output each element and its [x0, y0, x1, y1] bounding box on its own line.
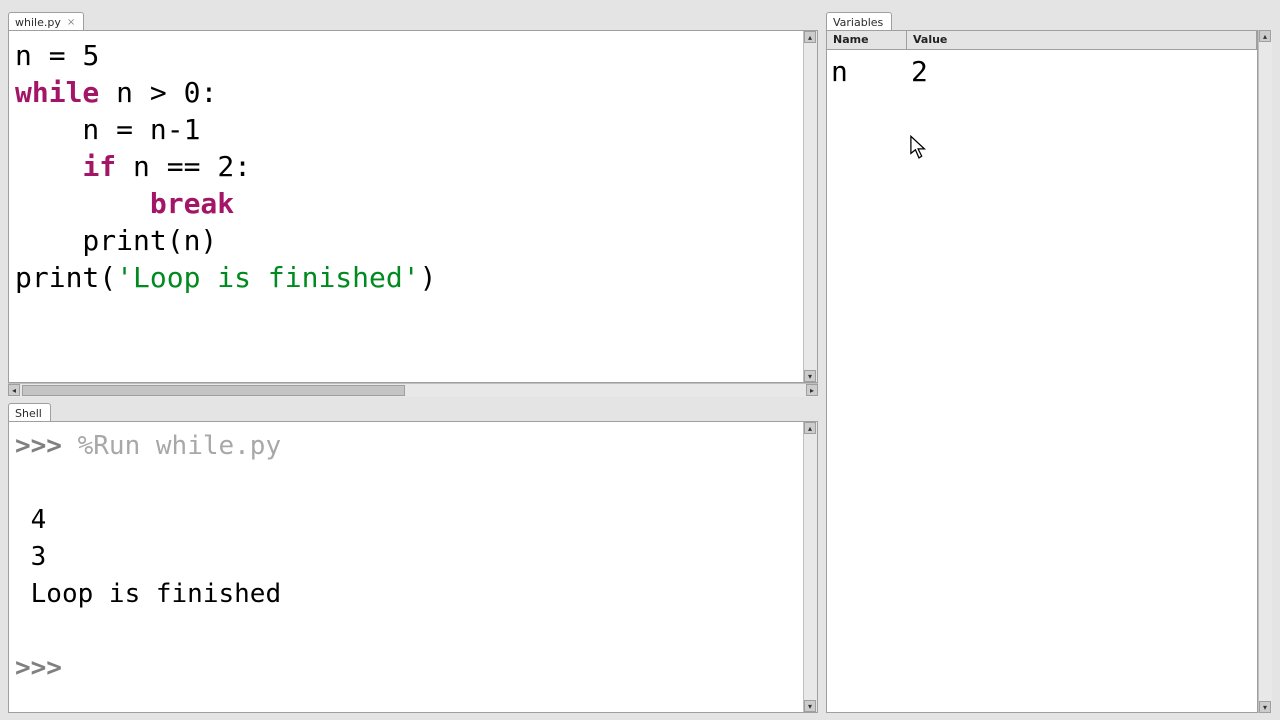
shell-panel: Shell >>> %Run while.py 4 3 Loop is fini… [8, 403, 818, 713]
variables-header-value[interactable]: Value [907, 31, 1257, 49]
scroll-down-icon[interactable]: ▾ [804, 370, 816, 382]
editor-panel: while.py × n = 5 while n > 0: n = n-1 if… [8, 12, 818, 397]
scroll-thumb[interactable] [22, 385, 405, 396]
code-text[interactable]: n = 5 while n > 0: n = n-1 if n == 2: br… [9, 31, 817, 296]
editor-vertical-scrollbar[interactable]: ▴ ▾ [803, 31, 817, 382]
scroll-up-icon[interactable]: ▴ [1259, 30, 1271, 42]
scroll-left-icon[interactable]: ◂ [8, 384, 20, 396]
scroll-track[interactable] [22, 385, 804, 396]
scroll-right-icon[interactable]: ▸ [806, 384, 818, 396]
editor-horizontal-scrollbar[interactable]: ◂ ▸ [8, 383, 818, 397]
variable-value: 2 [907, 52, 928, 92]
editor-tab-label: while.py [15, 16, 61, 29]
variables-tab-label: Variables [833, 16, 883, 29]
variable-name: n [827, 52, 907, 92]
variables-vertical-scrollbar[interactable]: ▴ ▾ [1258, 30, 1272, 713]
shell-text[interactable]: >>> %Run while.py 4 3 Loop is finished >… [9, 422, 817, 687]
variables-tab[interactable]: Variables [826, 12, 892, 30]
editor-area[interactable]: n = 5 while n > 0: n = n-1 if n == 2: br… [8, 30, 818, 383]
shell-area[interactable]: >>> %Run while.py 4 3 Loop is finished >… [8, 421, 818, 713]
scroll-down-icon[interactable]: ▾ [804, 700, 816, 712]
shell-tab-label: Shell [15, 407, 42, 420]
shell-tab[interactable]: Shell [8, 403, 51, 421]
variable-row[interactable]: n2 [827, 50, 1257, 92]
scroll-up-icon[interactable]: ▴ [804, 422, 816, 434]
close-icon[interactable]: × [67, 17, 75, 28]
editor-tab[interactable]: while.py × [8, 12, 84, 30]
scroll-down-icon[interactable]: ▾ [1259, 701, 1271, 713]
variables-header: Name Value [826, 30, 1258, 50]
variables-header-name[interactable]: Name [827, 31, 907, 49]
shell-vertical-scrollbar[interactable]: ▴ ▾ [803, 422, 817, 712]
variables-panel: Variables Name Value n2 ▴ ▾ [826, 12, 1272, 713]
scroll-up-icon[interactable]: ▴ [804, 31, 816, 43]
variables-body[interactable]: n2 [826, 50, 1258, 713]
